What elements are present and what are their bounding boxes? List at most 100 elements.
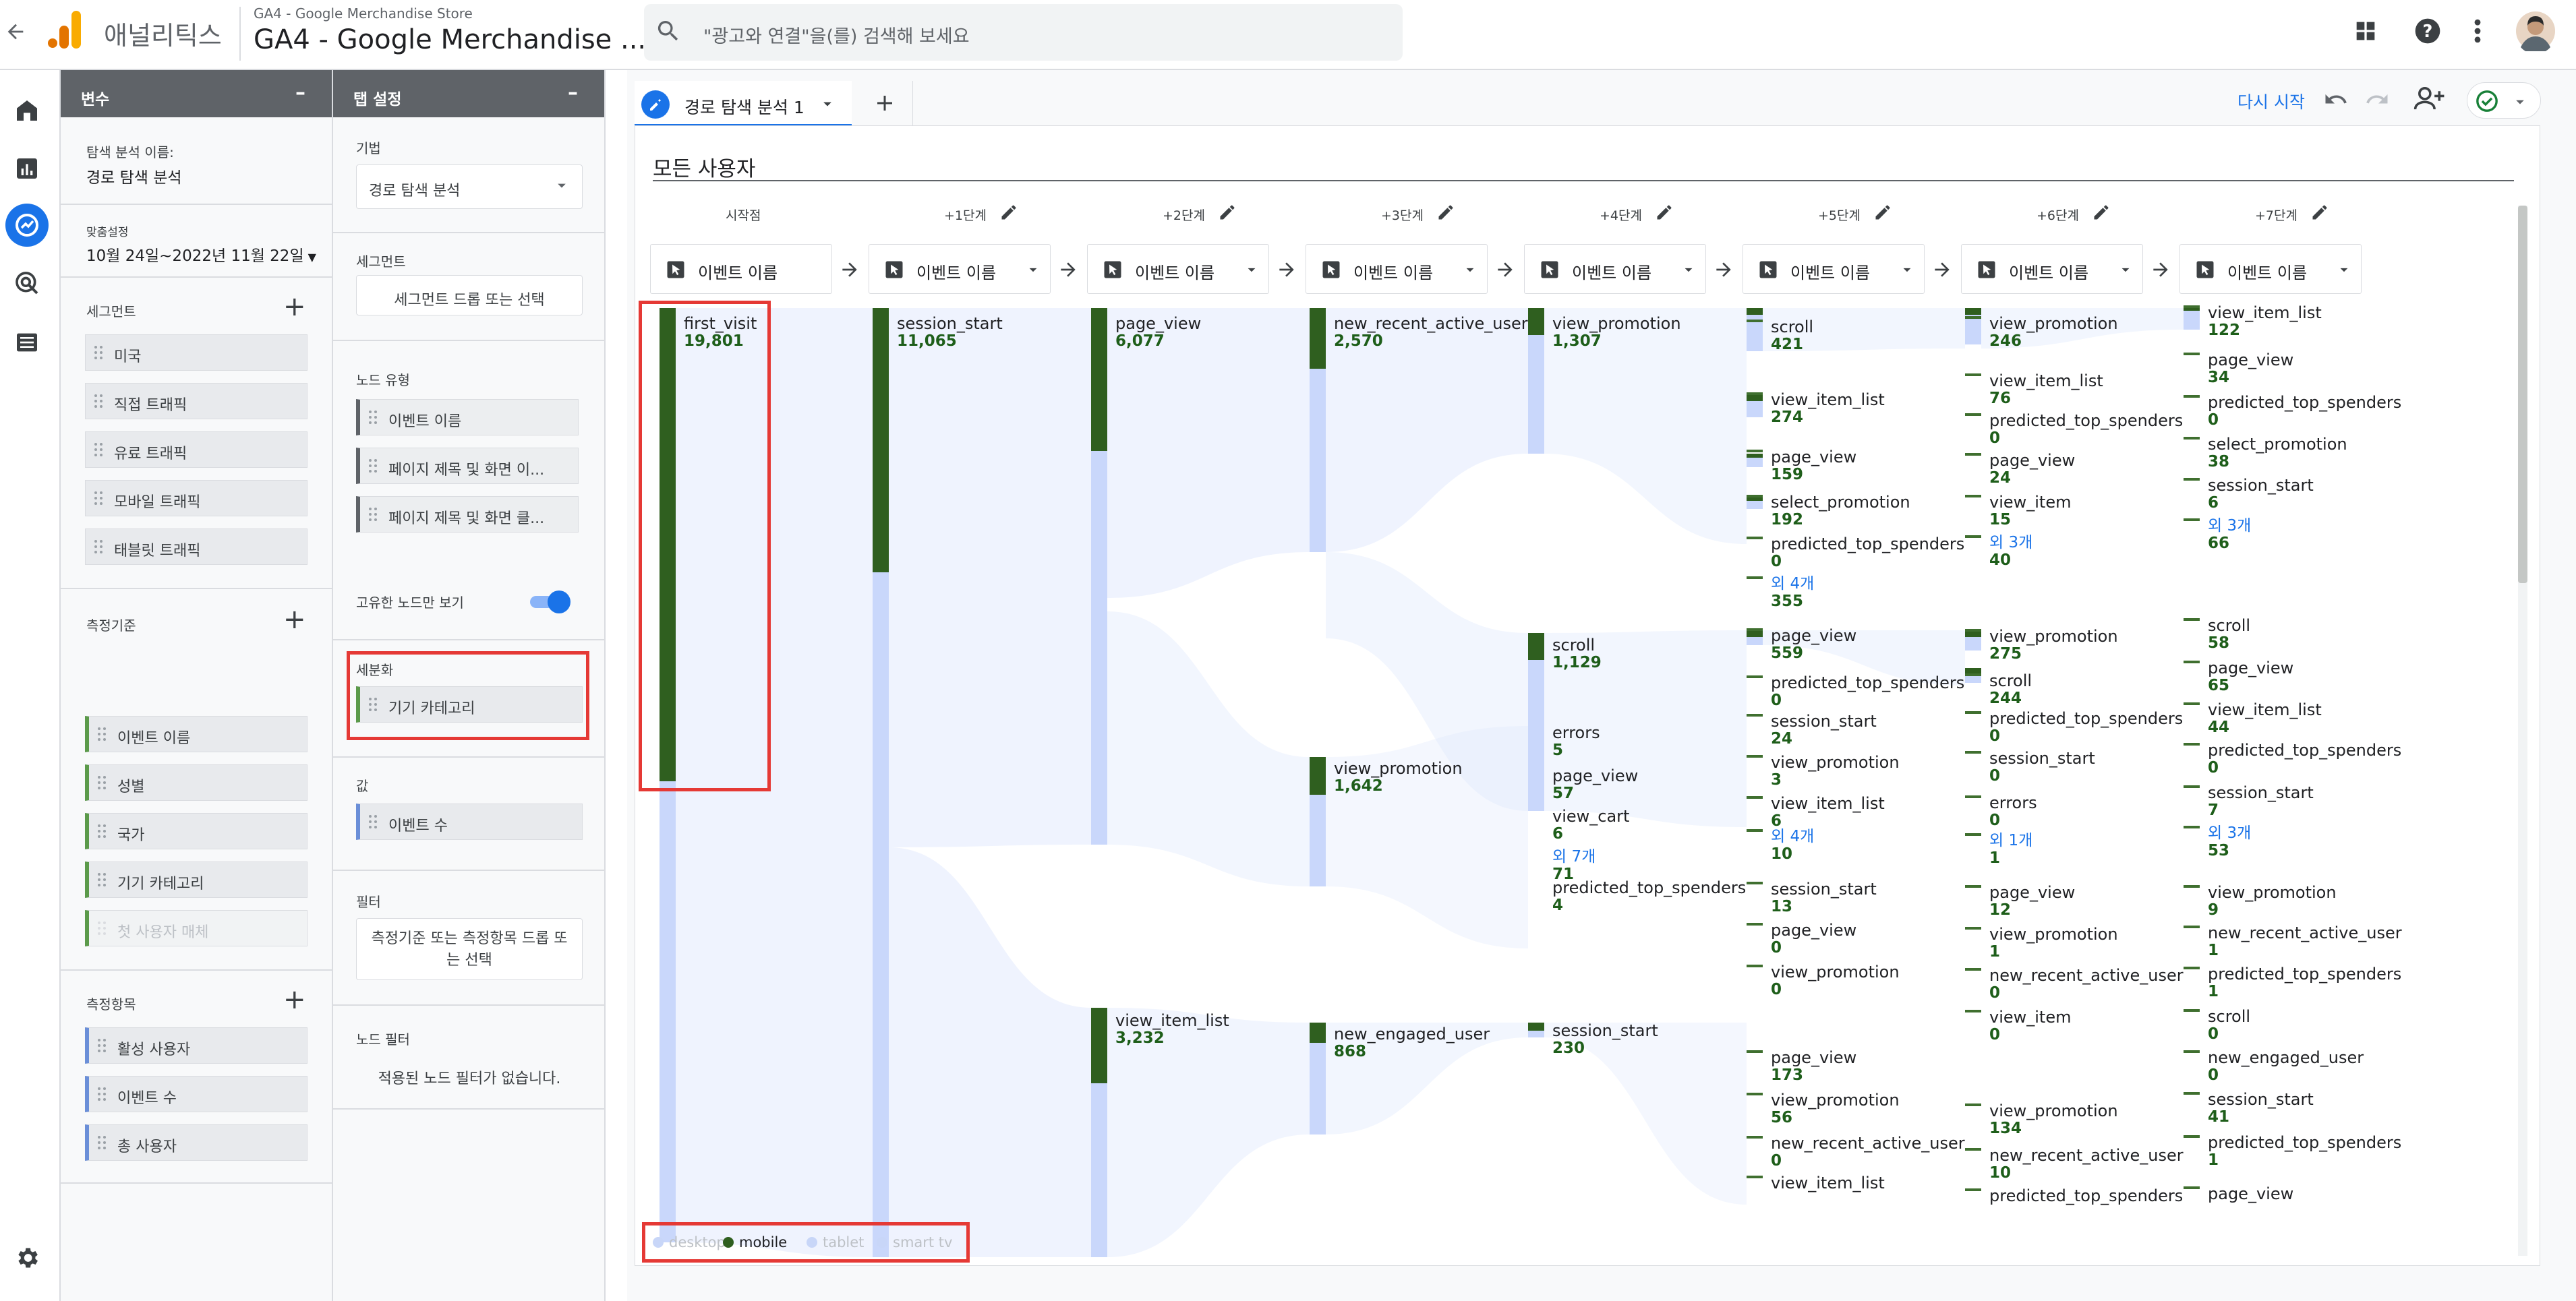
restart-button[interactable]: 다시 시작	[2237, 89, 2305, 113]
value-chip[interactable]: 이벤트 수	[356, 804, 583, 840]
collapse-panel-icon[interactable]: –	[295, 81, 305, 104]
tab-exploration-1[interactable]: 경로 탐색 분석 1	[635, 81, 852, 127]
path-node[interactable]: view_cart 6	[1552, 808, 1629, 843]
node-marker[interactable]	[2184, 661, 2200, 663]
path-node[interactable]: view_promotion 1,307	[1552, 315, 1681, 350]
path-node[interactable]: errors 0	[1989, 794, 2037, 829]
path-node[interactable]: predicted_top_spenders 0	[1771, 535, 1964, 570]
node-bar-desktop[interactable]	[1747, 637, 1763, 645]
path-node[interactable]: view_item_list 122	[2208, 304, 2322, 339]
path-node[interactable]: page_view 6,077	[1115, 315, 1201, 350]
edit-step-pencil-icon[interactable]	[1873, 203, 1892, 222]
home-icon[interactable]	[13, 97, 40, 124]
step-node-type-select[interactable]: 이벤트 이름	[1743, 244, 1925, 294]
drag-handle-icon[interactable]	[368, 506, 378, 522]
node-bar-desktop[interactable]	[1747, 401, 1763, 417]
metric-chip[interactable]: 이벤트 수	[85, 1076, 308, 1112]
node-marker[interactable]	[2184, 926, 2200, 928]
node-bar-desktop[interactable]	[1310, 795, 1326, 886]
node-marker[interactable]	[2184, 826, 2200, 828]
node-type-chip[interactable]: 페이지 제목 및 화면 이...	[356, 448, 579, 484]
node-marker[interactable]	[1965, 453, 1981, 456]
step-node-type-select[interactable]: 이벤트 이름	[2179, 244, 2362, 294]
path-node[interactable]: view_item_list 76	[1989, 372, 2103, 407]
node-bar-desktop[interactable]	[1965, 637, 1981, 650]
node-bar-mobile[interactable]	[1965, 308, 1981, 315]
node-marker[interactable]	[1965, 1148, 1981, 1151]
path-node[interactable]: scroll 244	[1989, 672, 2032, 707]
node-marker[interactable]	[2184, 1009, 2200, 1012]
node-bar-desktop[interactable]	[1528, 660, 1544, 811]
node-bar-mobile[interactable]	[1965, 668, 1981, 673]
path-node[interactable]: view_promotion 275	[1989, 628, 2118, 663]
legend-item-mobile[interactable]: mobile	[723, 1234, 787, 1250]
node-bar-mobile[interactable]	[1747, 308, 1763, 315]
drag-handle-icon[interactable]	[97, 823, 107, 839]
node-type-chip[interactable]: 이벤트 이름	[356, 399, 579, 435]
node-marker[interactable]	[2184, 618, 2200, 621]
help-icon[interactable]: ?	[2413, 16, 2442, 46]
node-marker[interactable]	[1747, 1050, 1763, 1053]
node-bar-mobile[interactable]	[2184, 308, 2200, 311]
node-marker[interactable]	[2184, 1092, 2200, 1095]
reports-icon[interactable]	[13, 155, 40, 182]
drag-handle-icon[interactable]	[368, 458, 378, 474]
node-bar-mobile[interactable]	[1747, 394, 1763, 401]
path-node[interactable]: view_item 0	[1989, 1008, 2072, 1043]
segment-chip[interactable]: 태블릿 트래픽	[85, 528, 308, 565]
legend-item-smart-tv[interactable]: smart tv	[877, 1234, 952, 1250]
node-bar-mobile[interactable]	[1310, 1023, 1326, 1043]
property-selector[interactable]: GA4 - Google Merchandise ...	[254, 24, 646, 55]
path-node[interactable]: predicted_top_spenders 0	[2208, 394, 2401, 429]
explore-icon[interactable]	[5, 204, 49, 247]
node-marker[interactable]	[1747, 576, 1763, 579]
node-bar-desktop[interactable]	[2184, 311, 2200, 330]
more-nodes-link[interactable]: 외 1개	[1989, 832, 2032, 849]
drag-handle-icon[interactable]	[97, 1086, 107, 1102]
path-node[interactable]: select_promotion 38	[2208, 435, 2347, 471]
node-bar-desktop[interactable]	[1965, 315, 1981, 344]
node-marker[interactable]	[1965, 795, 1981, 798]
path-node[interactable]: 외 1개 1	[1989, 832, 2032, 867]
path-node[interactable]: session_start 13	[1771, 880, 1877, 915]
edit-step-pencil-icon[interactable]	[1436, 203, 1455, 222]
path-node[interactable]: predicted_top_spenders 0	[1771, 674, 1964, 709]
edit-step-pencil-icon[interactable]	[1218, 203, 1237, 222]
node-marker[interactable]	[1747, 714, 1763, 717]
node-type-chip[interactable]: 페이지 제목 및 화면 클...	[356, 496, 579, 533]
edit-pencil-icon[interactable]	[641, 90, 670, 119]
drag-handle-icon[interactable]	[94, 539, 103, 555]
node-marker[interactable]	[1965, 968, 1981, 971]
path-node[interactable]: session_start 11,065	[897, 315, 1003, 350]
technique-select[interactable]: 경로 탐색 분석	[356, 164, 583, 209]
drag-handle-icon[interactable]	[94, 344, 103, 361]
step-node-type-select[interactable]: 이벤트 이름	[650, 244, 832, 294]
node-marker[interactable]	[1747, 1176, 1763, 1178]
node-marker[interactable]	[1965, 629, 1981, 632]
more-nodes-link[interactable]: 외 3개	[2208, 517, 2251, 535]
node-marker[interactable]	[2184, 437, 2200, 440]
path-node[interactable]: session_start 24	[1771, 713, 1877, 748]
apps-grid-icon[interactable]	[2352, 18, 2379, 44]
unique-nodes-toggle[interactable]	[527, 589, 572, 613]
path-node[interactable]: view_item_list 274	[1771, 391, 1885, 426]
edit-step-pencil-icon[interactable]	[2092, 203, 2111, 222]
node-bar-desktop[interactable]	[1310, 1043, 1326, 1134]
node-bar-mobile[interactable]	[1747, 454, 1763, 458]
segment-chip[interactable]: 유료 트래픽	[85, 431, 308, 468]
path-node[interactable]: page_view 65	[2208, 659, 2293, 694]
path-node[interactable]: page_view 34	[2208, 351, 2293, 386]
configure-list-icon[interactable]	[13, 329, 40, 356]
undo-icon[interactable]	[2322, 86, 2349, 113]
node-bar-desktop[interactable]	[1310, 369, 1326, 552]
node-marker[interactable]	[1965, 833, 1981, 836]
path-node[interactable]: predicted_top_spenders 4	[1552, 879, 1746, 914]
add-tab-icon[interactable]	[856, 81, 913, 125]
path-node[interactable]: view_promotion 0	[1771, 963, 1900, 998]
path-node[interactable]: new_engaged_user 0	[2208, 1049, 2364, 1084]
node-bar-desktop[interactable]	[660, 781, 676, 1242]
path-node[interactable]: view_item 15	[1989, 493, 2072, 528]
node-bar-mobile[interactable]	[1747, 630, 1763, 637]
vertical-scrollbar-track[interactable]	[2518, 206, 2527, 1256]
edit-step-pencil-icon[interactable]	[999, 203, 1018, 222]
